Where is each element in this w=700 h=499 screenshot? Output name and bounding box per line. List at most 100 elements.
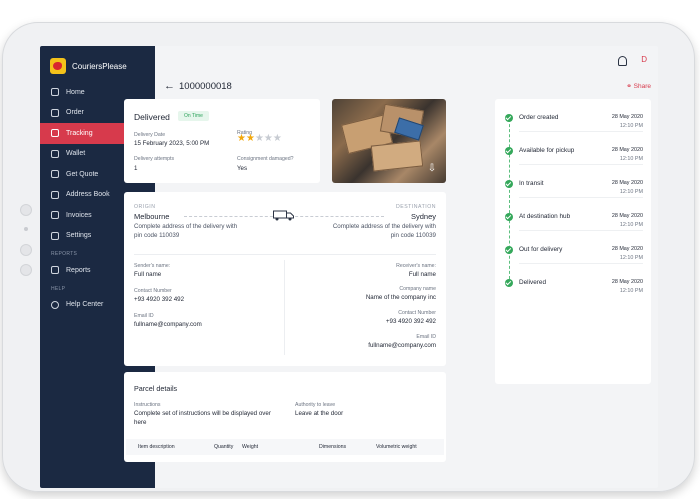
sidebar-item-label: Get Quote [66, 170, 99, 178]
step-date: 28 May 2020 [611, 246, 643, 252]
step-title: Order created [519, 114, 559, 121]
tablet-camera [24, 227, 28, 231]
destination-city: Sydney [410, 212, 436, 221]
step-title: In transit [519, 180, 544, 187]
step-title: At destination hub [519, 213, 571, 220]
reports-icon [51, 266, 59, 275]
authority-to-leave: Leave at the door [295, 410, 344, 417]
receiver-email-label: Email ID [416, 334, 436, 340]
timeline-step: Order created 28 May 2020 12:10 PM [495, 99, 651, 132]
receiver-phone-label: Contact Number [398, 310, 436, 316]
back-arrow-icon[interactable]: ← [164, 80, 175, 92]
star-empty-icon: ★ [263, 133, 273, 144]
column-header: Item description [138, 444, 175, 450]
on-time-badge: On Time [178, 111, 209, 121]
sender-name: Full name [134, 271, 162, 278]
sender-email: fullname@company.com [134, 321, 202, 328]
sender-phone: +93 4920 392 492 [134, 296, 185, 303]
quote-icon [51, 170, 59, 179]
origin-address: Complete address of the delivery with pi… [134, 223, 238, 239]
sidebar-item-label: Order [66, 109, 84, 117]
star-filled-icon: ★ [237, 133, 246, 144]
step-date: 28 May 2020 [611, 213, 643, 219]
tracking-icon [51, 129, 59, 138]
origin-city: Melbourne [134, 212, 170, 221]
sender-phone-label: Contact Number [134, 288, 172, 294]
sidebar-item-label: Tracking [66, 129, 93, 137]
wallet-icon [51, 149, 59, 158]
rating-stars: ★★★★★ [237, 134, 282, 144]
address-book-icon [51, 190, 59, 199]
parcel-box-image [370, 140, 424, 172]
download-icon[interactable]: ⇩ [426, 163, 438, 175]
sidebar-item-label: Settings [66, 232, 92, 240]
receiver-phone: +93 4920 392 492 [385, 318, 436, 325]
share-icon: ⚭ [626, 83, 634, 90]
tablet-button [20, 244, 32, 256]
check-icon [505, 147, 513, 155]
bell-icon[interactable] [618, 56, 627, 66]
receiver-company: Name of the company inc [365, 294, 436, 301]
instructions: Complete set of instructions will be dis… [134, 410, 271, 426]
column-header: Quantity [214, 444, 234, 450]
check-icon [505, 246, 513, 254]
user-avatar[interactable]: D [641, 55, 647, 64]
invoice-icon [51, 211, 59, 220]
divider [134, 254, 436, 255]
help-icon [51, 300, 59, 309]
receiver-company-label: Company name [399, 286, 436, 292]
parcel-table-header: Item description Quantity Weight Dimensi… [126, 439, 444, 455]
step-title: Out for delivery [519, 246, 563, 253]
step-time: 12:10 PM [619, 255, 643, 261]
tablet-frame: CouriersPlease Home Order Tracking Walle… [2, 22, 695, 492]
step-title: Available for pickup [519, 147, 575, 154]
delivery-date-label: Delivery Date [134, 132, 166, 138]
damaged-value: Yes [237, 165, 248, 172]
timeline-step: In transit 28 May 2020 12:10 PM [495, 165, 651, 198]
step-date: 28 May 2020 [611, 180, 643, 186]
order-number: 1000000018 [179, 81, 232, 92]
sidebar-item-label: Wallet [66, 150, 86, 158]
sidebar-item-label: Invoices [66, 211, 92, 219]
delivery-attempts-label: Delivery attempts [134, 156, 175, 162]
column-header: Volumetric weight [376, 444, 417, 450]
page-header: ← 1000000018 ⚭ Share [155, 80, 658, 94]
step-time: 12:10 PM [619, 222, 643, 228]
step-time: 12:10 PM [619, 189, 643, 195]
screen: CouriersPlease Home Order Tracking Walle… [40, 46, 658, 488]
timeline-step: Delivered 28 May 2020 12:10 PM [495, 264, 651, 297]
check-icon [505, 279, 513, 287]
receiver-name: Full name [408, 271, 436, 278]
sidebar-item-label: Reports [66, 266, 91, 274]
tablet-button [20, 204, 32, 216]
tracking-timeline: Order created 28 May 2020 12:10 PM Avail… [495, 99, 651, 384]
brand[interactable]: CouriersPlease [50, 58, 127, 74]
parcel-details-card: Parcel details Instructions Complete set… [124, 372, 446, 462]
sidebar-item-label: Help Center [66, 301, 104, 309]
instructions-label: Instructions [134, 402, 161, 408]
sidebar-item-label: Home [66, 88, 85, 96]
step-title: Delivered [519, 279, 546, 286]
damaged-label: Consignment damaged? [237, 156, 294, 162]
destination-label: DESTINATION [396, 204, 436, 210]
step-time: 12:10 PM [619, 123, 643, 129]
step-time: 12:10 PM [619, 156, 643, 162]
parcel-details-title: Parcel details [134, 384, 178, 393]
couriersplease-logo [50, 58, 66, 74]
share-button[interactable]: ⚭ Share [626, 82, 651, 90]
gear-icon [51, 231, 59, 240]
brand-name: CouriersPlease [72, 61, 127, 71]
step-time: 12:10 PM [619, 288, 643, 294]
share-label: Share [633, 83, 651, 90]
delivery-attempts: 1 [134, 165, 138, 172]
step-date: 28 May 2020 [611, 147, 643, 153]
sender-email-label: Email ID [134, 313, 154, 319]
top-bar: D [155, 46, 658, 76]
sender-name-label: Sender's name: [134, 263, 171, 269]
sidebar-item-label: Address Book [66, 191, 110, 199]
receiver-email: fullname@company.com [368, 342, 436, 349]
check-icon [505, 180, 513, 188]
truck-icon [273, 210, 294, 221]
authority-label: Authority to leave [295, 402, 336, 408]
proof-of-delivery-photo[interactable]: ⇩ [332, 99, 446, 183]
